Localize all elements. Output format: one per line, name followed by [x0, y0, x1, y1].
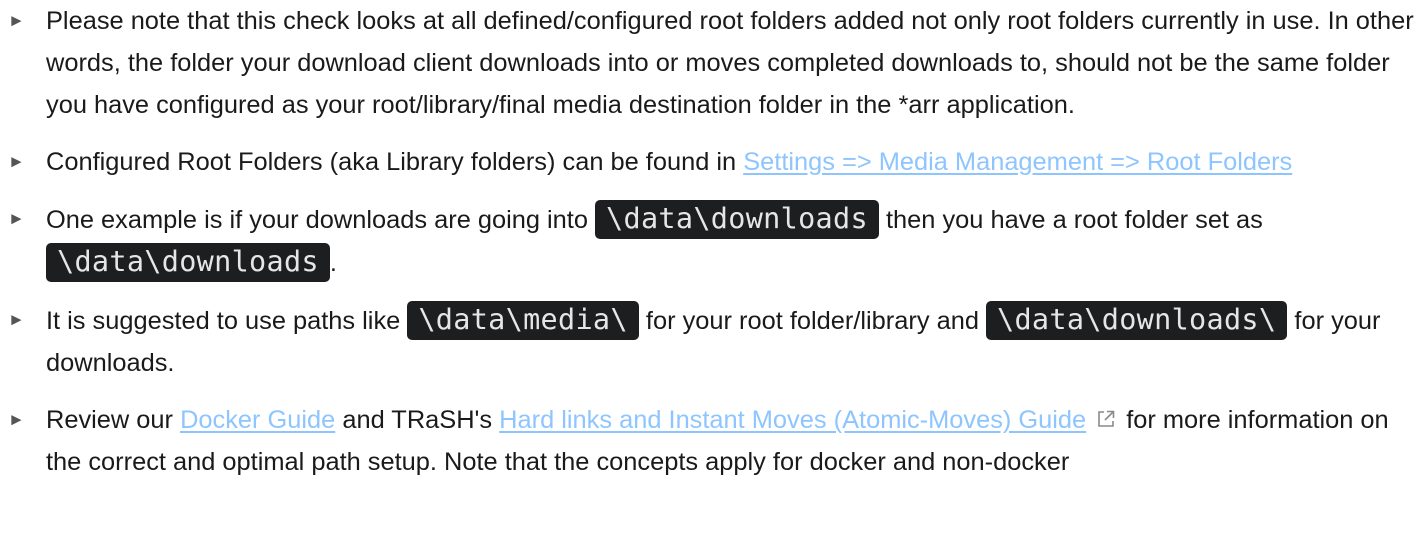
item-text: then you have a root folder set as	[878, 206, 1263, 234]
external-link-icon[interactable]	[1096, 409, 1116, 429]
list-item: ► Review our Docker Guide and TRaSH's Ha…	[0, 399, 1426, 483]
hard-links-guide-link[interactable]: Hard links and Instant Moves (Atomic-Mov…	[499, 406, 1086, 434]
item-text: It is suggested to use paths like	[46, 307, 408, 335]
item-text: One example is if your downloads are goi…	[46, 206, 596, 234]
code-snippet: \data\media\	[407, 301, 639, 340]
list-item: ► Configured Root Folders (aka Library f…	[0, 141, 1426, 183]
code-snippet: \data\downloads\	[986, 301, 1288, 340]
list-item: ► It is suggested to use paths like \dat…	[0, 299, 1426, 384]
code-snippet: \data\downloads	[595, 200, 879, 239]
bullet-marker: ►	[8, 209, 25, 228]
bullet-marker: ►	[8, 410, 25, 429]
bullet-marker: ►	[8, 310, 25, 329]
bullet-list: ► Please note that this check looks at a…	[0, 0, 1426, 498]
list-item: ► Please note that this check looks at a…	[0, 0, 1426, 126]
item-text: for your root folder/library and	[638, 307, 987, 335]
item-text: .	[329, 249, 337, 277]
item-text: Please note that this check looks at all…	[46, 7, 1414, 119]
item-text: Configured Root Folders (aka Library fol…	[46, 148, 744, 176]
bullet-marker: ►	[8, 11, 25, 30]
code-snippet: \data\downloads	[46, 243, 330, 282]
item-text: and TRaSH's	[335, 406, 500, 434]
list-item: ► One example is if your downloads are g…	[0, 198, 1426, 284]
bullet-marker: ►	[8, 152, 25, 171]
item-text: Review our	[46, 406, 181, 434]
root-folders-settings-link[interactable]: Settings => Media Management => Root Fol…	[743, 148, 1292, 176]
docker-guide-link[interactable]: Docker Guide	[180, 406, 335, 434]
